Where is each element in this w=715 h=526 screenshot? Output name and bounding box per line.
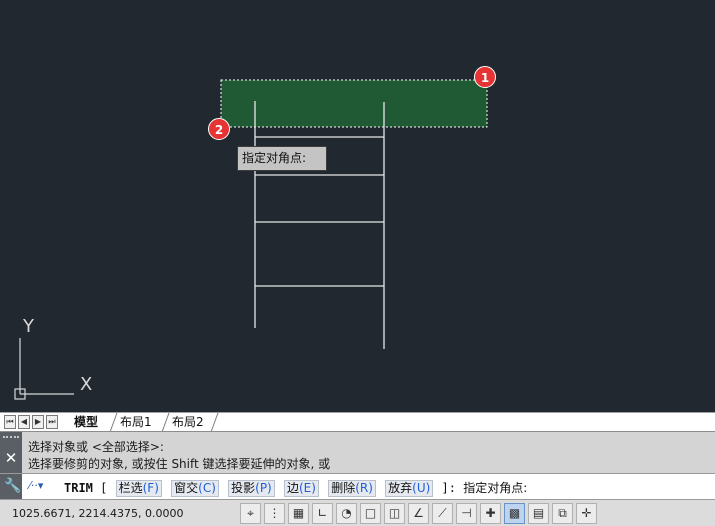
- lineweight-icon[interactable]: ✚: [480, 503, 501, 524]
- command-name: TRIM: [64, 481, 93, 495]
- option-key: (R): [355, 481, 373, 495]
- dynamic-input-icon[interactable]: ⊣: [456, 503, 477, 524]
- last-tab-button[interactable]: ⏭: [46, 415, 58, 429]
- close-icon[interactable]: ✕: [4, 450, 18, 466]
- tab-layout2[interactable]: 布局2: [166, 413, 210, 432]
- option-key: (P): [255, 481, 272, 495]
- option-key: (U): [412, 481, 431, 495]
- status-bar: 1025.6671, 2214.4375, 0.0000 ⌖ ⋮ ▦ ∟ ◔ □…: [0, 499, 715, 526]
- option-key: (F): [142, 481, 159, 495]
- snap-mode-icon[interactable]: ⋮: [264, 503, 285, 524]
- layout-tab-bar: ⏮ ◀ ▶ ⏭ 模型 布局1 布局2: [0, 412, 715, 432]
- dynamic-input-tooltip: 指定对角点:: [237, 146, 327, 171]
- command-history: ✕ 选择对象或 <全部选择>: 选择要修剪的对象, 或按住 Shift 键选择要…: [0, 431, 715, 474]
- callout-badge-1: 1: [474, 66, 496, 88]
- option-label: 删除: [331, 481, 356, 495]
- close-bracket: ]:: [441, 481, 456, 495]
- grip-dots-icon: [3, 436, 19, 442]
- 3d-object-snap-icon[interactable]: ◫: [384, 503, 405, 524]
- tab-model[interactable]: 模型: [68, 413, 105, 432]
- option-label: 投影: [231, 481, 256, 495]
- command-window-grip[interactable]: ✕: [0, 432, 22, 474]
- option-project[interactable]: 投影(P): [228, 480, 275, 497]
- annotation-monitor-icon[interactable]: ✛: [576, 503, 597, 524]
- crossing-selection-window: [220, 79, 488, 128]
- wrench-icon[interactable]: 🔧: [4, 478, 21, 494]
- open-bracket: [: [100, 481, 108, 495]
- dynamic-ucs-icon[interactable]: ⟋: [432, 503, 453, 524]
- option-erase[interactable]: 删除(R): [328, 480, 376, 497]
- history-line: 选择对象或 <全部选择>:: [28, 440, 164, 454]
- ucs-x-label: X: [80, 374, 93, 395]
- grid-display-icon[interactable]: ▦: [288, 503, 309, 524]
- command-line[interactable]: 🔧 ⁄··▾ TRIM [ 栏选(F) 窗交(C) 投影(P) 边(E) 删除(…: [0, 473, 715, 500]
- autocad-window: 1 2 指定对角点: Y X ⏮ ◀ ▶ ⏭ 模型 布局1 布局2 ✕ 选择对象…: [0, 0, 715, 526]
- command-prompt-text: 指定对角点:: [463, 481, 528, 495]
- object-snap-icon[interactable]: □: [360, 503, 381, 524]
- option-label: 边: [286, 481, 299, 495]
- polar-tracking-icon[interactable]: ◔: [336, 503, 357, 524]
- option-key: (E): [299, 481, 316, 495]
- command-input[interactable]: TRIM [ 栏选(F) 窗交(C) 投影(P) 边(E) 删除(R) 放弃(U…: [64, 479, 527, 497]
- object-snap-tracking-icon[interactable]: ∠: [408, 503, 429, 524]
- option-label: 放弃: [388, 481, 413, 495]
- next-tab-button[interactable]: ▶: [32, 415, 44, 429]
- ortho-mode-icon[interactable]: ∟: [312, 503, 333, 524]
- option-crossing[interactable]: 窗交(C): [171, 480, 219, 497]
- callout-badge-2: 2: [208, 118, 230, 140]
- drawing-canvas[interactable]: 1 2 指定对角点: Y X: [0, 0, 715, 412]
- tab-layout1[interactable]: 布局1: [114, 413, 158, 432]
- customize-grip[interactable]: 🔧: [0, 474, 22, 500]
- ucs-y-label: Y: [23, 316, 34, 337]
- first-tab-button[interactable]: ⏮: [4, 415, 16, 429]
- tab-divider: [210, 413, 219, 432]
- infer-constraints-icon[interactable]: ⌖: [240, 503, 261, 524]
- option-undo[interactable]: 放弃(U): [385, 480, 434, 497]
- prev-tab-button[interactable]: ◀: [18, 415, 30, 429]
- option-label: 栏选: [118, 481, 143, 495]
- quick-properties-icon[interactable]: ▤: [528, 503, 549, 524]
- history-line: 选择要修剪的对象, 或按住 Shift 键选择要延伸的对象, 或: [28, 457, 331, 471]
- option-label: 窗交: [174, 481, 199, 495]
- drawing-svg: [14, 79, 488, 400]
- command-prompt-icon[interactable]: ⁄··▾: [29, 479, 43, 492]
- option-edge[interactable]: 边(E): [283, 480, 319, 497]
- transparency-icon[interactable]: ▩: [504, 503, 525, 524]
- option-key: (C): [198, 481, 216, 495]
- selection-cycling-icon[interactable]: ⧉: [552, 503, 573, 524]
- option-fence[interactable]: 栏选(F): [115, 480, 162, 497]
- coordinate-readout[interactable]: 1025.6671, 2214.4375, 0.0000: [12, 507, 183, 520]
